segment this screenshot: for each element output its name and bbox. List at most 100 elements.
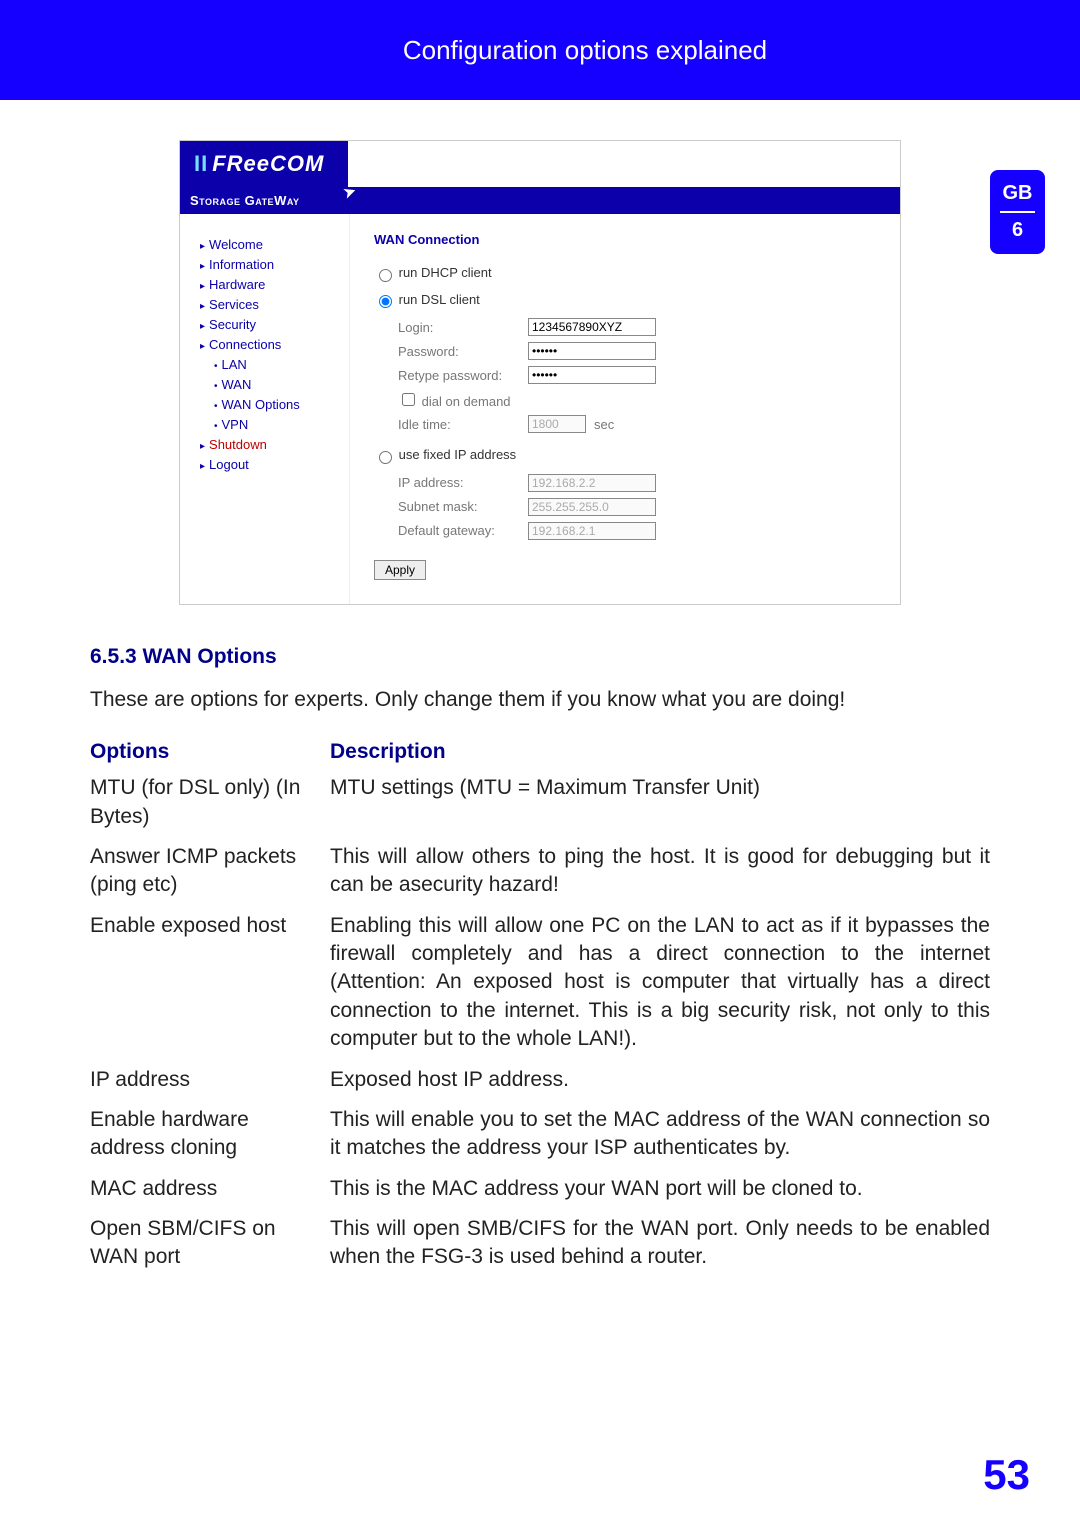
ip-address-input[interactable]	[528, 474, 656, 492]
sidebar-item-label: Shutdown	[209, 437, 267, 452]
embedded-screenshot: IIFReeCOM Storage GateWay ➤ ▸Welcome▸Inf…	[179, 140, 901, 605]
table-row: Answer ICMP packets (ping etc)This will …	[90, 843, 990, 900]
sidebar-item-label: Services	[209, 297, 259, 312]
password-label: Password:	[398, 344, 528, 359]
sidebar-item-label: Hardware	[209, 277, 265, 292]
option-description: Enabling this will allow one PC on the L…	[330, 912, 990, 1054]
login-label: Login:	[398, 320, 528, 335]
table-row: MTU (for DSL only) (In Bytes)MTU setting…	[90, 774, 990, 831]
option-name: MTU (for DSL only) (In Bytes)	[90, 774, 330, 831]
option-name: Open SBM/CIFS on WAN port	[90, 1215, 330, 1272]
sidebar-item[interactable]: • LAN	[214, 357, 349, 372]
idle-time-input[interactable]	[528, 415, 586, 433]
bullet-icon: •	[214, 401, 218, 412]
bullet-icon: ▸	[200, 341, 205, 352]
bullet-icon: ▸	[200, 321, 205, 332]
apply-button[interactable]: Apply	[374, 560, 426, 580]
bullet-icon: ▸	[200, 261, 205, 272]
option-description: This will allow others to ping the host.…	[330, 843, 990, 900]
side-tab-country: GB	[990, 182, 1045, 205]
default-gateway-input[interactable]	[528, 522, 656, 540]
option-description: Exposed host IP address.	[330, 1066, 990, 1094]
bullet-icon: •	[214, 421, 218, 432]
sidebar-item[interactable]: • WAN Options	[214, 397, 349, 412]
header-accent	[0, 0, 90, 100]
subnet-mask-label: Subnet mask:	[398, 499, 528, 514]
dsl-radio-label: run DSL client	[399, 292, 480, 307]
option-name: Answer ICMP packets (ping etc)	[90, 843, 330, 900]
fixed-ip-radio-row[interactable]: use fixed IP address	[374, 447, 880, 464]
subnet-mask-input[interactable]	[528, 498, 656, 516]
brand-logo: IIFReeCOM	[180, 141, 348, 187]
dsl-radio[interactable]	[379, 295, 392, 308]
subhead-bar: ➤	[370, 187, 900, 214]
bullet-icon: •	[214, 381, 218, 392]
bullet-icon: ▸	[200, 301, 205, 312]
th-description: Description	[330, 738, 990, 766]
option-name: IP address	[90, 1066, 330, 1094]
default-gateway-label: Default gateway:	[398, 523, 528, 538]
panel-heading: WAN Connection	[374, 232, 880, 247]
sidebar-item-label: Logout	[209, 457, 249, 472]
sidebar-item-label: VPN	[222, 417, 249, 432]
dhcp-radio-row[interactable]: run DHCP client	[374, 265, 880, 282]
section-intro: These are options for experts. Only chan…	[90, 685, 990, 714]
retype-password-input[interactable]	[528, 366, 656, 384]
ip-address-label: IP address:	[398, 475, 528, 490]
login-input[interactable]	[528, 318, 656, 336]
option-name: MAC address	[90, 1175, 330, 1203]
table-row: Open SBM/CIFS on WAN portThis will open …	[90, 1215, 990, 1272]
header-title: Configuration options explained	[90, 0, 1080, 100]
sidebar-item[interactable]: • WAN	[214, 377, 349, 392]
option-name: Enable hardware address cloning	[90, 1106, 330, 1163]
sidebar-item-label: Welcome	[209, 237, 263, 252]
option-name: Enable exposed host	[90, 912, 330, 1054]
password-input[interactable]	[528, 342, 656, 360]
sidebar-item[interactable]: ▸ Connections	[200, 337, 349, 352]
side-tab-chapter: 6	[990, 219, 1045, 242]
bullet-icon: •	[214, 361, 218, 372]
sidebar-item[interactable]: ▸ Security	[200, 317, 349, 332]
sidebar-item[interactable]: • VPN	[214, 417, 349, 432]
fixed-ip-radio[interactable]	[379, 451, 392, 464]
side-tab: GB 6	[990, 170, 1045, 254]
option-description: This will open SMB/CIFS for the WAN port…	[330, 1215, 990, 1272]
bullet-icon: ▸	[200, 281, 205, 292]
option-description: This is the MAC address your WAN port wi…	[330, 1175, 990, 1203]
config-panel: WAN Connection run DHCP client run DSL c…	[350, 214, 900, 604]
dial-on-demand-checkbox[interactable]	[402, 393, 415, 406]
th-options: Options	[90, 738, 330, 766]
sidebar-item-label: Information	[209, 257, 274, 272]
sidebar-item[interactable]: ▸Shutdown	[200, 437, 349, 452]
option-description: This will enable you to set the MAC addr…	[330, 1106, 990, 1163]
page-number: 53	[983, 1451, 1030, 1499]
sidebar-item[interactable]: ▸ Hardware	[200, 277, 349, 292]
sidebar-item-label: Security	[209, 317, 256, 332]
table-row: IP addressExposed host IP address.	[90, 1066, 990, 1094]
retype-password-label: Retype password:	[398, 368, 528, 383]
sidebar-item[interactable]: ▸ Welcome	[200, 237, 349, 252]
sidebar-item-label: WAN	[222, 377, 252, 392]
sidebar-item-label: WAN Options	[222, 397, 300, 412]
table-row: MAC addressThis is the MAC address your …	[90, 1175, 990, 1203]
idle-time-label: Idle time:	[398, 417, 528, 432]
sidebar-item[interactable]: ▸ Services	[200, 297, 349, 312]
sidebar-item-label: LAN	[222, 357, 247, 372]
dial-on-demand-label: dial on demand	[422, 394, 511, 409]
sidebar-item-label: Connections	[209, 337, 281, 352]
sidebar-item[interactable]: ▸ Information	[200, 257, 349, 272]
page-header: Configuration options explained	[0, 0, 1080, 100]
dsl-radio-row[interactable]: run DSL client	[374, 292, 880, 309]
side-tab-divider	[1000, 211, 1035, 213]
dhcp-radio-label: run DHCP client	[399, 265, 492, 280]
sidebar-item[interactable]: ▸ Logout	[200, 457, 349, 472]
bullet-icon: ▸	[200, 461, 205, 472]
bullet-icon: ▸	[200, 241, 205, 252]
table-row: Enable hardware address cloningThis will…	[90, 1106, 990, 1163]
section-heading: 6.5.3 WAN Options	[90, 645, 990, 669]
logo-bars-icon: II	[194, 151, 208, 176]
nav-sidebar: ▸Welcome▸Information▸Hardware▸Services▸S…	[180, 214, 350, 604]
table-row: Enable exposed hostEnabling this will al…	[90, 912, 990, 1054]
dhcp-radio[interactable]	[379, 269, 392, 282]
logo-text: FReeCOM	[212, 151, 324, 176]
